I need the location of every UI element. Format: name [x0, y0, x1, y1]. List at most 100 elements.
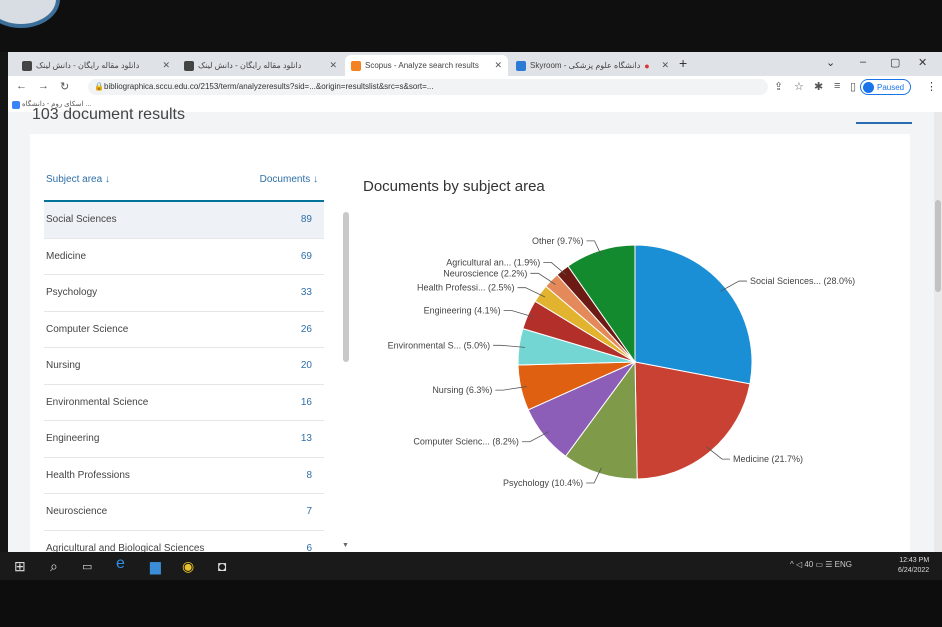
windows-start-icon[interactable]: ⊞: [14, 558, 26, 575]
close-tab-icon[interactable]: ✕: [661, 60, 669, 71]
recording-dot-icon: ●: [644, 60, 650, 71]
slice-label: Computer Scienc... (8.2%): [413, 437, 519, 447]
table-row[interactable]: Agricultural and Biological Sciences 6: [44, 531, 324, 553]
chart-title: Documents by subject area: [363, 178, 545, 195]
search-icon[interactable]: ⌕: [50, 558, 58, 575]
document-count[interactable]: 8: [306, 470, 312, 481]
table-row[interactable]: Medicine 69: [44, 239, 324, 275]
system-tray[interactable]: ^ ◁ 40 ▭ ☰ ENG: [790, 560, 852, 569]
browser-menu-icon[interactable]: ⋮: [926, 80, 937, 93]
clock-date: 6/24/2022: [898, 567, 930, 574]
profile-avatar-icon: [863, 82, 874, 93]
bookmark-star-icon[interactable]: ☆: [794, 80, 804, 93]
skyroom-favicon-icon: [516, 60, 526, 71]
close-tab-icon[interactable]: ✕: [329, 60, 337, 71]
clock[interactable]: 12:43 PM 6/24/2022: [898, 556, 929, 576]
table-row[interactable]: Engineering 13: [44, 421, 324, 458]
page-scrollbar[interactable]: [934, 112, 942, 552]
document-count[interactable]: 16: [301, 397, 312, 408]
document-count[interactable]: 26: [301, 324, 312, 335]
new-tab-button[interactable]: +: [679, 55, 687, 71]
browser-tab-skyroom[interactable]: Skyroom - دانشگاه علوم پزشکی ● ✕: [510, 55, 675, 76]
table-scrollbar-thumb[interactable]: [343, 212, 349, 362]
document-count[interactable]: 69: [301, 251, 312, 262]
document-count[interactable]: 13: [301, 433, 312, 444]
document-count[interactable]: 33: [301, 287, 312, 298]
slice-label: Nursing (6.3%): [432, 385, 492, 395]
tab-title: Scopus - Analyze search results: [365, 61, 479, 70]
edge-browser-icon[interactable]: e: [116, 555, 125, 573]
url-field[interactable]: 🔒 bibliographica.sccu.edu.co/2153/term/a…: [88, 79, 768, 95]
file-explorer-icon[interactable]: ▆: [150, 558, 161, 575]
clock-time: 12:43 PM: [899, 557, 930, 564]
document-count[interactable]: 89: [301, 214, 312, 225]
profile-paused-button[interactable]: Paused: [860, 79, 912, 95]
tab-title: دانلود مقاله رایگان - دانش لینک: [198, 61, 302, 70]
subject-area-table: Subject area ↓ Documents ↓ Social Scienc…: [44, 162, 324, 552]
lock-icon: 🔒: [94, 82, 104, 91]
profile-label: Paused: [877, 83, 905, 92]
table-row[interactable]: Social Sciences 89: [44, 202, 324, 239]
page-scrollbar-thumb[interactable]: [935, 200, 941, 292]
address-toolbar: ← → ↻ 🔒 bibliographica.sccu.edu.co/2153/…: [8, 76, 942, 98]
slice-label: Agricultural an... (1.9%): [446, 257, 540, 267]
table-row[interactable]: Nursing 20: [44, 348, 324, 385]
scroll-down-arrow-icon[interactable]: ▼: [342, 542, 349, 549]
reload-icon[interactable]: ↻: [60, 80, 69, 93]
table-row[interactable]: Neuroscience 7: [44, 494, 324, 531]
subject-name: Agricultural and Biological Sciences: [46, 542, 205, 553]
slice-label: Health Professi... (2.5%): [417, 283, 515, 293]
task-view-icon[interactable]: ▭: [82, 560, 92, 573]
pie-slice[interactable]: [634, 244, 753, 385]
subject-area-sort-header[interactable]: Subject area ↓: [46, 174, 110, 185]
minimize-button[interactable]: –: [860, 56, 866, 68]
page-favicon-icon: [184, 60, 194, 71]
share-icon[interactable]: ⇪: [774, 80, 783, 93]
screen-bottom-bezel: [0, 580, 942, 627]
document-count[interactable]: 20: [301, 360, 312, 371]
slice-label: Social Sciences... (28.0%): [750, 276, 855, 286]
extensions-icon[interactable]: ✱: [814, 80, 823, 93]
table-row[interactable]: Computer Science 26: [44, 312, 324, 348]
reading-list-icon[interactable]: ≡: [834, 80, 840, 92]
browser-tab-scopus[interactable]: Scopus - Analyze search results ✕: [345, 55, 508, 76]
chrome-icon[interactable]: ◉: [182, 558, 194, 575]
document-count[interactable]: 7: [306, 506, 312, 517]
table-row[interactable]: Health Professions 8: [44, 458, 324, 494]
slice-label: Neuroscience (2.2%): [443, 268, 527, 278]
slice-label: Engineering (4.1%): [424, 305, 501, 315]
bookmark-favicon-icon: [12, 101, 20, 109]
store-icon[interactable]: ◘: [218, 558, 226, 574]
tab-search-icon[interactable]: ⌄: [826, 56, 835, 69]
analyze-button-edge[interactable]: [856, 122, 912, 124]
table-header: Subject area ↓ Documents ↓: [44, 162, 324, 202]
maximize-button[interactable]: ▢: [890, 56, 900, 69]
close-tab-icon[interactable]: ✕: [494, 60, 502, 71]
subject-name: Environmental Science: [46, 396, 149, 408]
table-row[interactable]: Environmental Science 16: [44, 385, 324, 421]
tab-title: Skyroom - دانشگاه علوم پزشکی: [530, 61, 641, 70]
slice-label: Psychology (10.4%): [503, 478, 583, 488]
scopus-page: 103 document results Subject area ↓ Docu…: [8, 106, 942, 552]
windows-taskbar: ⊞ ⌕ ▭ e ▆ ◉ ◘ ^ ◁ 40 ▭ ☰ ENG 12:43 PM 6/…: [0, 552, 942, 580]
table-scrollbar[interactable]: ▼: [342, 212, 350, 552]
document-count[interactable]: 6: [306, 543, 312, 553]
close-tab-icon[interactable]: ✕: [162, 60, 170, 71]
subject-name: Computer Science: [46, 323, 129, 335]
slice-label: Other (9.7%): [532, 236, 584, 246]
back-arrow-icon[interactable]: ←: [16, 80, 27, 92]
table-row[interactable]: Psychology 33: [44, 275, 324, 312]
screen-top-bezel: [0, 0, 942, 52]
close-window-button[interactable]: ✕: [918, 56, 927, 69]
tab-bar: دانلود مقاله رایگان - دانش لینک ✕ دانلود…: [8, 52, 942, 76]
subject-name: Social Sciences: [46, 214, 117, 225]
side-panel-icon[interactable]: ▯: [850, 80, 856, 93]
pie-chart: Social Sciences... (28.0%) Medicine (21.7…: [388, 236, 855, 488]
documents-sort-header[interactable]: Documents ↓: [260, 174, 318, 185]
browser-tab-2[interactable]: دانلود مقاله رایگان - دانش لینک ✕: [178, 55, 343, 76]
browser-tab-1[interactable]: دانلود مقاله رایگان - دانش لینک ✕: [16, 55, 176, 76]
forward-arrow-icon[interactable]: →: [38, 80, 49, 92]
scopus-favicon-icon: [351, 60, 361, 71]
page-favicon-icon: [22, 60, 32, 71]
tab-title: دانلود مقاله رایگان - دانش لینک: [36, 61, 140, 70]
